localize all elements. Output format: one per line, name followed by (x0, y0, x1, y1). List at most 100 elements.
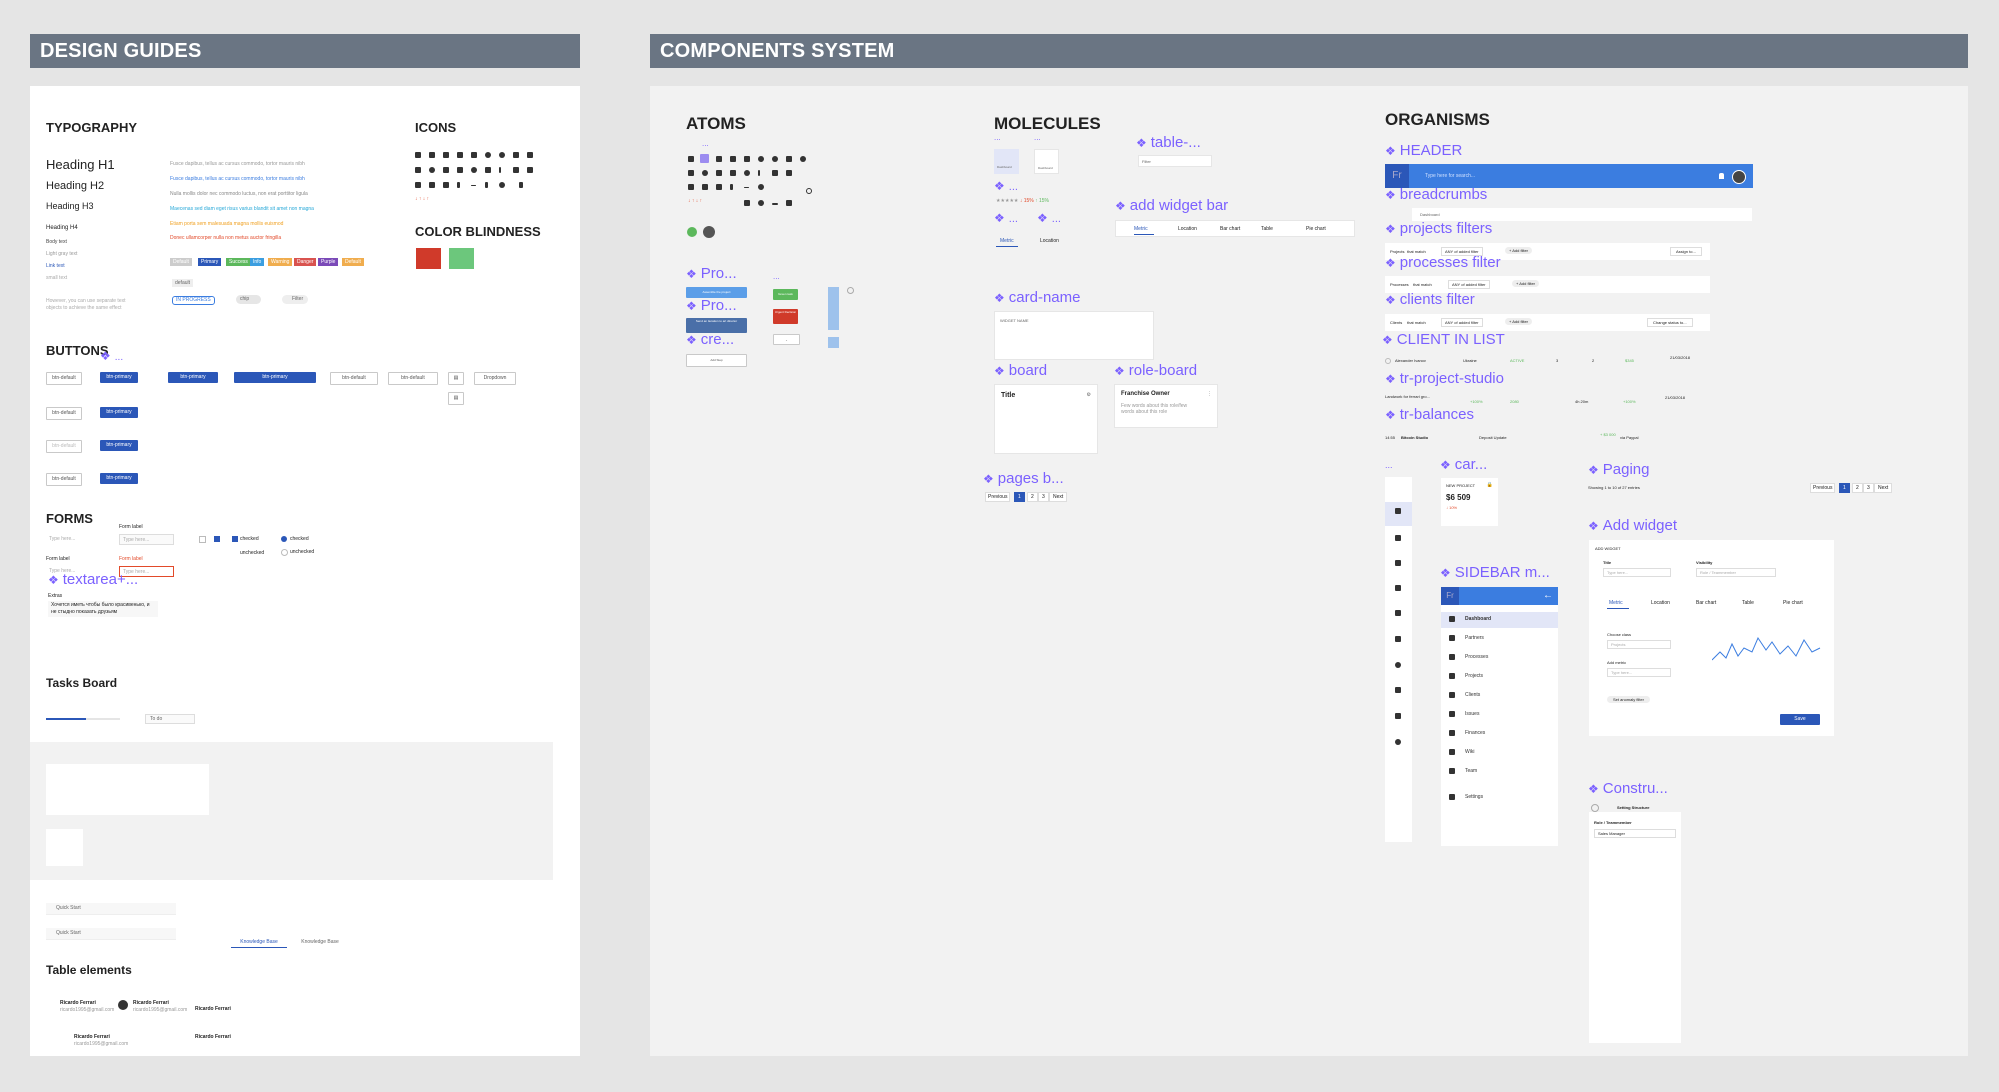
sidebar-item-finances[interactable]: Finances (1465, 730, 1485, 736)
sidebar-menu-component: ❖ SIDEBAR m... (1440, 564, 1550, 581)
header-search-input[interactable]: Type here for search... (1425, 173, 1475, 179)
pagination-page-2[interactable]: 2 (1027, 492, 1038, 502)
btn-default-2[interactable]: btn-default (46, 407, 82, 420)
add-step-button[interactable]: Add Step (686, 354, 747, 367)
choose-class-select[interactable]: Projects (1607, 640, 1671, 649)
sidebar-item-projects[interactable]: Projects (1465, 673, 1483, 679)
balances-row[interactable]: 14:55 Bitcoin Studio Deposit Update + $3… (1385, 432, 1715, 444)
paging-next[interactable]: Next (1874, 483, 1893, 493)
clients-any-filter-select[interactable]: ANY of added filter (1441, 318, 1483, 327)
role-board-card[interactable]: Franchise Owner Few words about this role… (1114, 384, 1218, 428)
paging-previous[interactable]: Previous (1810, 483, 1836, 493)
assign-to-select[interactable]: Assign to... (1670, 247, 1702, 256)
btn-default-icon-left[interactable]: btn-default (388, 372, 438, 385)
atom-small-dropdown[interactable]: ⌄ (773, 334, 800, 345)
knowledge-base-tab-active[interactable]: Knowledge Base (231, 938, 287, 948)
link-text-sample[interactable]: Link text (46, 263, 65, 269)
task-card-small[interactable] (46, 829, 83, 866)
projects-add-filter[interactable]: + Add filter (1505, 247, 1533, 254)
extras-textarea[interactable]: Хочется иметь чтобы было красивенько, и … (48, 601, 158, 617)
board-card[interactable]: Title ⚙ (994, 384, 1098, 454)
widget-save-button[interactable]: Save (1780, 714, 1820, 725)
dashboard-nav[interactable]: Dashboard (1034, 149, 1059, 174)
pagination-previous[interactable]: Previous (985, 492, 1011, 502)
btn-primary-4[interactable]: btn-primary (100, 473, 138, 484)
widget-title-input[interactable]: Type here... (1603, 568, 1671, 577)
widget-location-tab[interactable]: Location (1651, 600, 1670, 606)
add-metric-select[interactable]: Type here... (1607, 668, 1671, 677)
metric-tab[interactable]: Metric (1134, 226, 1154, 235)
green-task-card[interactable]: Green task (773, 289, 798, 300)
dropdown-button[interactable]: Dropdown (474, 372, 516, 385)
sidebar-item-wiki[interactable]: Wiki (1465, 749, 1474, 755)
sidebar-item-dashboard[interactable]: Dashboard (1465, 616, 1491, 622)
visibility-select[interactable]: Role / Teammember (1696, 568, 1776, 577)
table-tab[interactable]: Table (1261, 226, 1273, 232)
metric-tab-small[interactable]: Metric (996, 238, 1018, 247)
location-tab-small[interactable]: Location (1040, 238, 1059, 244)
knowledge-base-tab[interactable]: Knowledge Base (294, 938, 346, 947)
widget-bar-chart-tab[interactable]: Bar chart (1696, 600, 1716, 606)
icon-only-button[interactable]: ▤ (448, 372, 464, 385)
paging-page-2[interactable]: 2 (1852, 483, 1863, 493)
new-project-card[interactable]: NEW PROJECT $6 509 ↓ 10% 🔒 (1441, 478, 1498, 526)
btn-default-icon[interactable]: btn-default (330, 372, 378, 385)
urgent-decision-card[interactable]: Urgent Decision (773, 309, 798, 324)
paging-page-1[interactable]: 1 (1839, 483, 1850, 493)
checkbox-checked[interactable] (214, 536, 220, 542)
quick-start-1[interactable]: Quick Start (46, 903, 176, 915)
client-row[interactable]: Alexander Ivanov Ukraine ACTIVE 3 2 $345… (1385, 355, 1715, 367)
widget-table-tab[interactable]: Table (1742, 600, 1754, 606)
pagination-next[interactable]: Next (1049, 492, 1068, 502)
select-input-1[interactable]: Type here... (119, 534, 174, 545)
sidebar-item-settings[interactable]: Settings (1465, 794, 1483, 800)
sidebar-item-issues[interactable]: Issues (1465, 711, 1479, 717)
sidebar-item-team[interactable]: Team (1465, 768, 1477, 774)
btn-default-3[interactable]: btn-default (46, 440, 82, 453)
project-studio-row[interactable]: Landwork for ferrari gro... +100% 2080 4… (1385, 393, 1715, 405)
paging-page-3[interactable]: 3 (1863, 483, 1874, 493)
radio-checked[interactable] (281, 536, 287, 542)
icon-only-button-2[interactable]: ▤ (448, 392, 464, 405)
chip[interactable]: chip (236, 295, 262, 304)
checkbox-checked-label-box[interactable] (232, 536, 238, 542)
clients-add-filter[interactable]: + Add filter (1505, 318, 1533, 325)
change-status-select[interactable]: Change status to... (1647, 318, 1693, 327)
btn-default-1[interactable]: btn-default (46, 372, 82, 385)
role-select[interactable]: Sales Manager (1594, 829, 1676, 838)
bar-chart-tab[interactable]: Bar chart (1220, 226, 1240, 232)
radio-unchecked[interactable] (281, 549, 288, 556)
dashboard-nav-active[interactable]: Dashboard (994, 149, 1019, 174)
sidebar-item-partners[interactable]: Partners (1465, 635, 1484, 641)
sidebar-collapse-icon[interactable]: ← (1543, 590, 1553, 602)
widget-metric-tab[interactable]: Metric (1607, 600, 1629, 609)
pagination-page-1[interactable]: 1 (1014, 492, 1025, 502)
task-card-large[interactable] (46, 764, 209, 815)
btn-primary-plus[interactable]: btn-primary (168, 372, 218, 383)
set-anomaly-filter-chip[interactable]: Set anomaly filter (1607, 696, 1650, 703)
widget-pie-chart-tab[interactable]: Pie chart (1783, 600, 1803, 606)
header-avatar[interactable] (1732, 170, 1746, 184)
pagination-page-3[interactable]: 3 (1038, 492, 1049, 502)
sidebar-collapsed-marker: ... (1385, 460, 1393, 470)
quick-start-2[interactable]: Quick Start (46, 928, 176, 940)
processes-any-filter-select[interactable]: ANY of added filter (1448, 280, 1490, 289)
sidebar-item-processes[interactable]: Processes (1465, 654, 1488, 660)
btn-primary-3[interactable]: btn-primary (100, 440, 138, 451)
pie-chart-tab[interactable]: Pie chart (1306, 226, 1326, 232)
projects-filters-component: ❖ projects filters (1385, 220, 1493, 237)
btn-primary-wide[interactable]: btn-primary (234, 372, 316, 383)
table-filter-box[interactable]: Filter (1138, 155, 1212, 167)
location-tab[interactable]: Location (1178, 226, 1197, 232)
filter-chip[interactable]: Filter (282, 295, 309, 304)
to-do-select[interactable]: To do (145, 714, 195, 724)
sidebar-item-clients[interactable]: Clients (1465, 692, 1480, 698)
btn-primary-1[interactable]: btn-primary (100, 372, 138, 383)
checkbox-empty[interactable] (199, 536, 206, 543)
btn-default-4[interactable]: btn-default (46, 473, 82, 486)
text-input-1[interactable]: Type here... (46, 534, 86, 545)
btn-primary-2[interactable]: btn-primary (100, 407, 138, 418)
client-radio[interactable] (1385, 358, 1391, 364)
processes-add-filter[interactable]: + Add filter (1512, 280, 1540, 287)
bell-icon[interactable] (1719, 173, 1724, 179)
